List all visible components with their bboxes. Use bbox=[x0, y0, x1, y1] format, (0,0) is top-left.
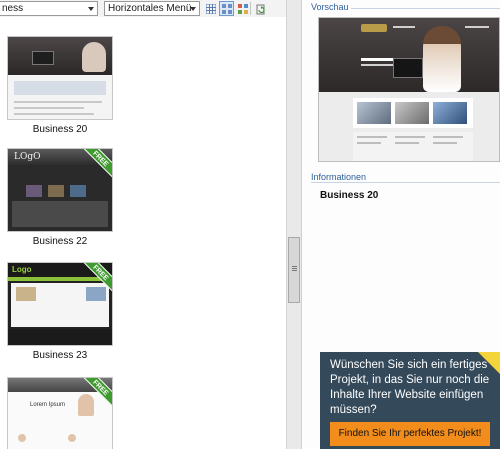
template-card-lorem-ipsum[interactable]: Lorem Ipsum FREE bbox=[7, 377, 113, 449]
preview-text-line bbox=[357, 142, 381, 144]
grip-line bbox=[292, 270, 297, 271]
preview-nav bbox=[465, 26, 489, 28]
preview-header bbox=[319, 18, 499, 92]
scrollbar-thumb[interactable] bbox=[288, 237, 300, 303]
chevron-down-icon bbox=[190, 7, 196, 11]
thumbnail-title: Lorem Ipsum bbox=[30, 402, 66, 408]
template-thumbnail[interactable]: Logo FREE bbox=[7, 262, 113, 346]
preview-logo bbox=[361, 24, 387, 32]
panel-splitter[interactable] bbox=[286, 0, 302, 449]
thumbnail-strip bbox=[14, 81, 106, 95]
thumbnail-image bbox=[48, 185, 64, 197]
template-thumbnail[interactable]: Lorem Ipsum FREE bbox=[7, 377, 113, 449]
find-project-button[interactable]: Finden Sie Ihr perfektes Projekt! bbox=[330, 422, 490, 446]
info-heading: Informationen bbox=[311, 172, 367, 182]
thumbnails-icon bbox=[222, 4, 232, 14]
person-image bbox=[68, 434, 76, 442]
thumbnail-image bbox=[16, 287, 36, 301]
grid-view-button[interactable] bbox=[203, 1, 218, 16]
preview-text-line bbox=[433, 136, 463, 138]
laptop-image bbox=[393, 58, 423, 78]
preview-heading: Vorschau bbox=[311, 2, 349, 12]
preview-text-line bbox=[433, 142, 457, 144]
grip-line bbox=[292, 266, 297, 267]
thumbnail-body bbox=[12, 201, 108, 227]
chevron-down-icon bbox=[88, 7, 94, 11]
thumbnail-image bbox=[26, 185, 42, 197]
menu-type-select[interactable]: Horizontales Menü bbox=[104, 1, 200, 16]
category-select-value: ness bbox=[2, 3, 24, 14]
template-preview-image bbox=[318, 17, 500, 162]
preview-text-line bbox=[395, 142, 419, 144]
large-view-button[interactable] bbox=[235, 1, 250, 16]
large-thumbnails-icon bbox=[238, 4, 248, 14]
category-select[interactable]: ness bbox=[0, 1, 98, 16]
thumbnail-logo: LOgO bbox=[14, 152, 41, 162]
toolbar: ness Horizontales Menü bbox=[0, 0, 302, 17]
template-label: Business 22 bbox=[32, 236, 88, 247]
promo-banner: Wünschen Sie sich ein fertiges Projekt, … bbox=[320, 352, 500, 449]
person-image bbox=[82, 42, 106, 72]
thumbnail-view-button[interactable] bbox=[219, 1, 234, 16]
selected-template-name: Business 20 bbox=[320, 190, 379, 201]
preview-image bbox=[395, 102, 429, 124]
promo-text: Wünschen Sie sich ein fertiges Projekt, … bbox=[330, 359, 490, 416]
person-image bbox=[78, 394, 94, 416]
menu-type-select-value: Horizontales Menü bbox=[108, 3, 192, 14]
preview-text-line bbox=[395, 136, 425, 138]
template-card-business-20[interactable]: Business 20 bbox=[7, 36, 113, 135]
template-thumbnail[interactable] bbox=[7, 36, 113, 120]
grid-icon bbox=[206, 4, 216, 14]
grip-line bbox=[292, 268, 297, 269]
divider bbox=[351, 8, 500, 9]
preview-image bbox=[433, 102, 467, 124]
divider bbox=[311, 182, 500, 183]
thumbnail-footer bbox=[8, 329, 112, 345]
template-label: Business 23 bbox=[32, 350, 88, 361]
details-panel: Vorschau Informationen Business 20 Wünsc… bbox=[303, 0, 500, 449]
thumbnail-image bbox=[86, 287, 106, 301]
person-image bbox=[18, 434, 26, 442]
refresh-button[interactable] bbox=[253, 1, 268, 16]
template-card-business-22[interactable]: LOgO FREE Business 22 bbox=[7, 148, 113, 247]
template-label: Business 20 bbox=[32, 124, 88, 135]
template-thumbnail[interactable]: LOgO FREE bbox=[7, 148, 113, 232]
text-line bbox=[14, 113, 94, 115]
laptop-image bbox=[32, 51, 54, 65]
thumbnail-logo: Logo bbox=[12, 265, 32, 274]
text-line bbox=[14, 107, 84, 109]
preview-subline bbox=[361, 64, 395, 66]
refresh-icon bbox=[256, 4, 265, 15]
preview-nav bbox=[393, 26, 415, 28]
thumbnail-image bbox=[70, 185, 86, 197]
preview-image bbox=[357, 102, 391, 124]
template-gallery[interactable]: Business 20 LOgO FREE Business 22 Logo F… bbox=[0, 17, 286, 449]
toolbar-separator bbox=[250, 2, 251, 15]
preview-text-line bbox=[357, 136, 387, 138]
text-line bbox=[14, 101, 102, 103]
template-card-business-23[interactable]: Logo FREE Business 23 bbox=[7, 262, 113, 361]
